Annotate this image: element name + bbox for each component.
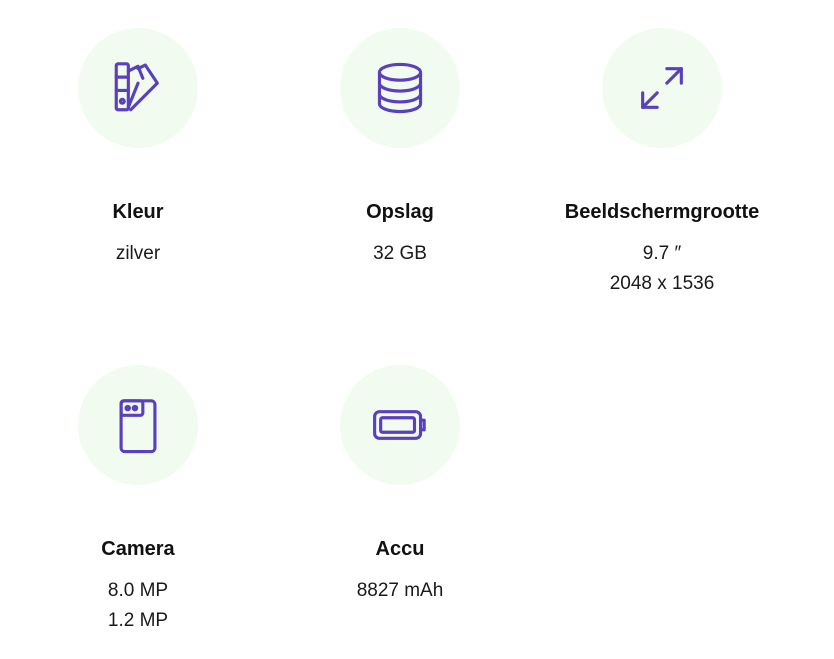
spec-title: Accu xyxy=(375,538,425,560)
spec-icon-circle xyxy=(602,28,722,148)
spec-value: 8.0 MP xyxy=(107,580,169,601)
spec-item-camera: Camera 8.0 MP 1.2 MP xyxy=(18,365,258,636)
spec-value: 1.2 MP xyxy=(107,610,169,631)
spec-values: 8827 mAh xyxy=(280,576,520,606)
spec-item-color: Kleur zilver xyxy=(18,28,258,269)
spec-values: 32 GB xyxy=(280,239,520,269)
spec-value: 8827 mAh xyxy=(356,580,444,601)
camera-phone-icon xyxy=(119,399,157,454)
spec-values: zilver xyxy=(18,239,258,269)
spec-value: 2048 x 1536 xyxy=(609,273,715,294)
spec-title: Kleur xyxy=(112,201,164,223)
spec-icon-circle xyxy=(78,28,198,148)
spec-values: 9.7 ″ 2048 x 1536 xyxy=(542,239,782,299)
battery-icon xyxy=(373,410,426,440)
spec-title: Opslag xyxy=(366,201,434,223)
spec-value: zilver xyxy=(115,243,161,264)
spec-icon-circle xyxy=(340,365,460,485)
color-swatch-icon xyxy=(114,62,159,112)
spec-values: 8.0 MP 1.2 MP xyxy=(18,576,258,636)
spec-item-storage: Opslag 32 GB xyxy=(280,28,520,269)
expand-arrows-icon xyxy=(641,67,683,109)
spec-title: Camera xyxy=(101,538,175,560)
spec-title: Beeldschermgrootte xyxy=(564,201,760,223)
spec-icon-circle xyxy=(340,28,460,148)
spec-item-screen-size: Beeldschermgrootte 9.7 ″ 2048 x 1536 xyxy=(542,28,782,299)
spec-value: 32 GB xyxy=(373,243,427,264)
spec-icon-circle xyxy=(78,365,198,485)
spec-value: 9.7 ″ xyxy=(642,243,682,264)
storage-database-icon xyxy=(377,62,423,114)
spec-item-battery: Accu 8827 mAh xyxy=(280,365,520,606)
